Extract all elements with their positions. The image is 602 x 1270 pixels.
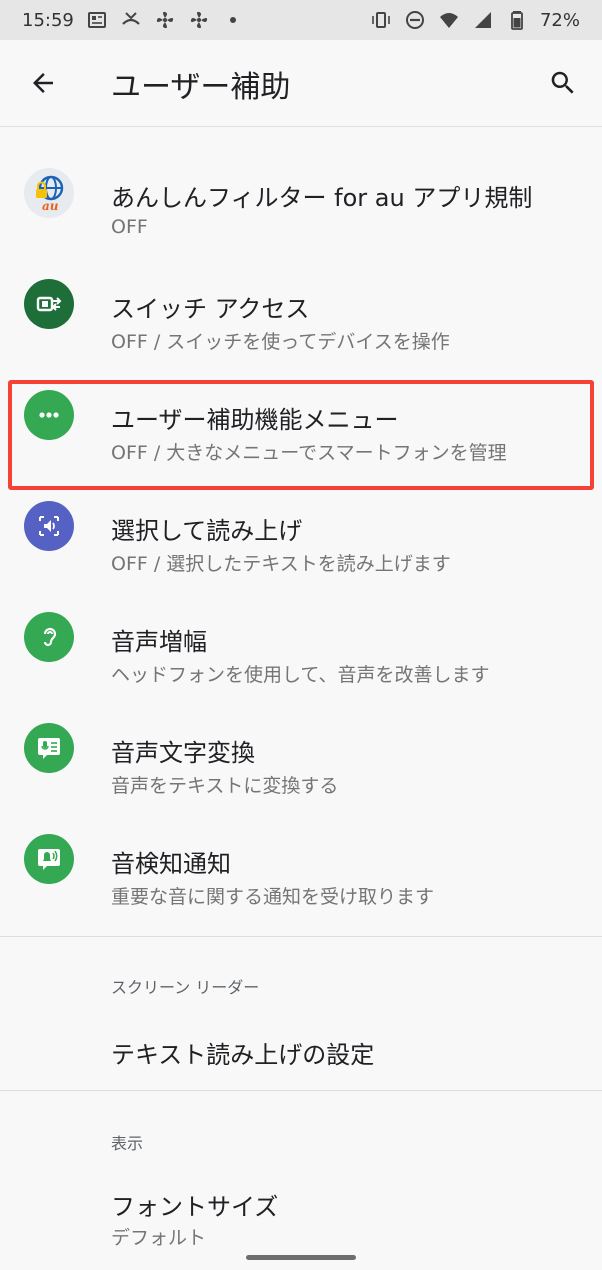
search-button[interactable] xyxy=(546,66,580,100)
section-header-display: 表示 xyxy=(111,1134,144,1153)
more-horiz-icon xyxy=(24,390,74,440)
page-title: ユーザー補助 xyxy=(111,70,291,105)
vibrate-icon xyxy=(370,9,392,31)
battery-percent: 72% xyxy=(539,9,580,31)
item-subtitle: 音声をテキストに変換する xyxy=(111,775,339,797)
list-item-accessibility-menu[interactable]: ユーザー補助機能メニュー OFF / 大きなメニューでスマートフォンを管理 xyxy=(0,362,602,473)
dot-icon xyxy=(222,9,244,31)
missed-call-icon xyxy=(120,9,142,31)
battery-icon xyxy=(506,9,528,31)
app-bar: ユーザー補助 xyxy=(0,40,602,127)
item-title: 選択して読み上げ xyxy=(111,517,303,545)
item-title: ユーザー補助機能メニュー xyxy=(111,406,399,434)
news-icon xyxy=(86,9,108,31)
status-time: 15:59 xyxy=(22,9,74,31)
back-button[interactable] xyxy=(26,66,60,100)
item-subtitle: ヘッドフォンを使用して、音声を改善します xyxy=(111,664,490,686)
search-icon xyxy=(551,71,574,94)
gesture-nav-handle[interactable] xyxy=(246,1255,356,1260)
accessibility-list: au あんしんフィルター for au アプリ規制 OFF スイッチ アクセス … xyxy=(0,140,602,917)
item-title: 音声文字変換 xyxy=(111,739,255,767)
list-item-sound-amplifier[interactable]: 音声増幅 ヘッドフォンを使用して、音声を改善します xyxy=(0,584,602,695)
switch-access-icon xyxy=(24,279,74,329)
au-logo-text: au xyxy=(42,199,59,213)
wifi-icon xyxy=(438,9,460,31)
list-item-sound-notifications[interactable]: 音検知通知 重要な音に関する通知を受け取ります xyxy=(0,806,602,917)
status-bar-right: 72% xyxy=(370,9,580,31)
list-item-anshin-filter[interactable]: au あんしんフィルター for au アプリ規制 OFF xyxy=(0,140,602,251)
status-bar-left: 15:59 xyxy=(22,9,244,31)
item-subtitle: OFF xyxy=(111,216,148,238)
status-bar: 15:59 72% xyxy=(0,0,602,40)
anshin-filter-icon: au xyxy=(24,168,74,218)
item-subtitle: OFF / スイッチを使ってデバイスを操作 xyxy=(111,331,450,353)
item-title: 音声増幅 xyxy=(111,628,207,656)
item-subtitle: OFF / 大きなメニューでスマートフォンを管理 xyxy=(111,442,507,464)
live-transcribe-icon xyxy=(24,723,74,773)
list-item-live-transcribe[interactable]: 音声文字変換 音声をテキストに変換する xyxy=(0,695,602,806)
list-item-switch-access[interactable]: スイッチ アクセス OFF / スイッチを使ってデバイスを操作 xyxy=(0,251,602,362)
sound-notify-icon xyxy=(24,834,74,884)
back-arrow-icon xyxy=(33,73,53,93)
divider xyxy=(0,1090,602,1091)
divider xyxy=(0,936,602,937)
item-subtitle: OFF / 選択したテキストを読み上げます xyxy=(111,553,451,575)
font-size-item[interactable]: フォントサイズ xyxy=(111,1187,278,1222)
signal-icon xyxy=(472,9,494,31)
item-subtitle: 重要な音に関する通知を受け取ります xyxy=(111,886,435,908)
ear-icon xyxy=(24,612,74,662)
do-not-disturb-icon xyxy=(404,9,426,31)
select-to-speak-icon xyxy=(24,501,74,551)
fan-icon xyxy=(154,9,176,31)
tts-settings-item[interactable]: テキスト読み上げの設定 xyxy=(111,1035,374,1070)
section-header-screen-reader: スクリーン リーダー xyxy=(111,978,260,997)
fan-icon-2 xyxy=(188,9,210,31)
item-title: 音検知通知 xyxy=(111,850,231,878)
item-title: あんしんフィルター for au アプリ規制 xyxy=(111,184,533,212)
list-item-select-to-speak[interactable]: 選択して読み上げ OFF / 選択したテキストを読み上げます xyxy=(0,473,602,584)
font-size-value: デフォルト xyxy=(111,1227,207,1249)
item-title: スイッチ アクセス xyxy=(111,295,310,323)
